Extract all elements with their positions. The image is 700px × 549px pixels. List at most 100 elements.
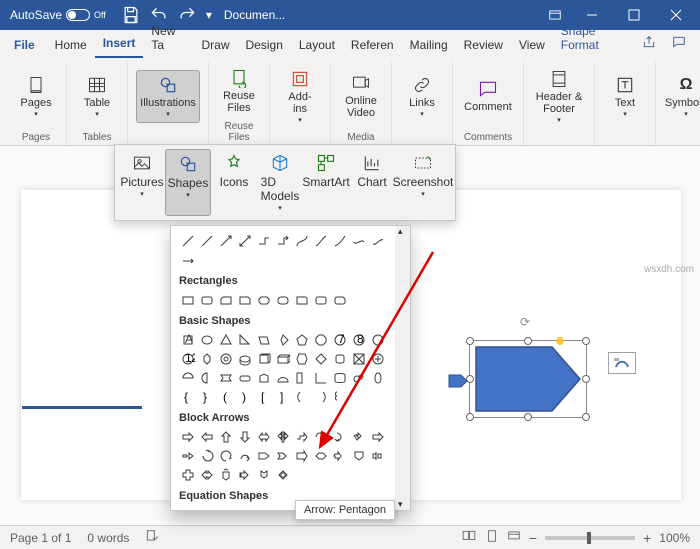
- shape-option[interactable]: [274, 369, 292, 387]
- shape-option[interactable]: [179, 466, 197, 484]
- shape-option[interactable]: [255, 369, 273, 387]
- close-button[interactable]: [656, 1, 696, 29]
- shape-option[interactable]: [350, 428, 368, 446]
- table-button[interactable]: Table▾: [75, 71, 119, 122]
- zoom-level[interactable]: 100%: [659, 531, 690, 545]
- shape-option[interactable]: [217, 291, 235, 309]
- resize-handle[interactable]: [466, 413, 474, 421]
- resize-handle[interactable]: [582, 337, 590, 345]
- shape-option[interactable]: 7: [331, 331, 349, 349]
- shape-option[interactable]: [369, 350, 387, 368]
- shape-option[interactable]: [274, 291, 292, 309]
- shape-option[interactable]: [350, 447, 368, 465]
- shape-option[interactable]: [217, 369, 235, 387]
- save-button[interactable]: [118, 2, 144, 28]
- reuse-files-button[interactable]: Reuse Files: [217, 64, 261, 118]
- shape-option[interactable]: [274, 232, 292, 250]
- shape-option[interactable]: [255, 428, 273, 446]
- view-web-icon[interactable]: [507, 529, 521, 546]
- shape-option[interactable]: [274, 350, 292, 368]
- shape-option[interactable]: [179, 251, 197, 269]
- shape-option[interactable]: [274, 428, 292, 446]
- resize-handle[interactable]: [524, 337, 532, 345]
- shape-option[interactable]: [312, 331, 330, 349]
- tab-layout[interactable]: Layout: [291, 32, 343, 58]
- tab-shape-format[interactable]: Shape Format: [553, 18, 634, 58]
- shape-option[interactable]: [198, 331, 216, 349]
- shape-option[interactable]: 8: [350, 331, 368, 349]
- shape-option[interactable]: [236, 331, 254, 349]
- shape-option[interactable]: [236, 466, 254, 484]
- shape-option[interactable]: [236, 447, 254, 465]
- qat-customize[interactable]: ▾: [202, 2, 216, 28]
- shape-option[interactable]: ): [236, 388, 254, 406]
- layout-options-button[interactable]: [608, 352, 636, 374]
- smartart-button[interactable]: SmartArt: [303, 149, 349, 216]
- shape-option[interactable]: [179, 291, 197, 309]
- shape-option[interactable]: [331, 350, 349, 368]
- shape-option[interactable]: [255, 331, 273, 349]
- comment-button[interactable]: Comment: [461, 75, 515, 117]
- view-print-icon[interactable]: [485, 529, 499, 546]
- shape-option[interactable]: [236, 291, 254, 309]
- shape-option[interactable]: [179, 428, 197, 446]
- share-button[interactable]: [634, 29, 664, 58]
- shape-option[interactable]: [350, 369, 368, 387]
- chart-button[interactable]: Chart: [349, 149, 395, 216]
- shape-option[interactable]: [198, 350, 216, 368]
- shape-option[interactable]: (: [217, 388, 235, 406]
- shape-option[interactable]: [331, 369, 349, 387]
- shape-option[interactable]: [255, 291, 273, 309]
- shape-option[interactable]: [369, 428, 387, 446]
- online-video-button[interactable]: Online Video: [339, 69, 383, 123]
- tab-design[interactable]: Design: [238, 32, 291, 58]
- shapes-button[interactable]: Shapes▾: [165, 149, 211, 216]
- shape-option[interactable]: [293, 232, 311, 250]
- selected-shape[interactable]: ⟳: [474, 345, 582, 413]
- shape-option[interactable]: [369, 331, 387, 349]
- zoom-in[interactable]: +: [643, 530, 651, 546]
- shape-option[interactable]: [293, 331, 311, 349]
- shape-option[interactable]: [369, 447, 387, 465]
- shape-option[interactable]: [293, 369, 311, 387]
- view-read-icon[interactable]: [461, 529, 477, 546]
- shape-option[interactable]: [217, 466, 235, 484]
- shape-option[interactable]: [312, 447, 330, 465]
- shape-option[interactable]: [274, 466, 292, 484]
- shape-option[interactable]: [350, 232, 368, 250]
- shape-option[interactable]: [350, 350, 368, 368]
- shape-option[interactable]: [198, 232, 216, 250]
- shape-option[interactable]: [274, 331, 292, 349]
- shape-option[interactable]: [198, 369, 216, 387]
- shape-option[interactable]: [255, 447, 273, 465]
- pages-button[interactable]: Pages▾: [14, 71, 58, 122]
- shape-option[interactable]: [293, 447, 311, 465]
- shape-option[interactable]: [217, 232, 235, 250]
- resize-handle[interactable]: [466, 337, 474, 345]
- word-count[interactable]: 0 words: [87, 531, 129, 545]
- page-indicator[interactable]: Page 1 of 1: [10, 531, 71, 545]
- tab-mailings[interactable]: Mailing: [402, 32, 456, 58]
- tab-view[interactable]: View: [511, 32, 553, 58]
- links-button[interactable]: Links▾: [400, 71, 444, 122]
- shape-option[interactable]: A: [179, 331, 197, 349]
- tab-home[interactable]: Home: [47, 32, 95, 58]
- blue-underline-shape[interactable]: [22, 406, 142, 409]
- tab-file[interactable]: File: [6, 32, 43, 58]
- zoom-slider[interactable]: [545, 536, 635, 540]
- shape-option[interactable]: [255, 466, 273, 484]
- shape-option[interactable]: [312, 369, 330, 387]
- pictures-button[interactable]: Pictures▾: [119, 149, 165, 216]
- addins-button[interactable]: Add- ins▾: [278, 65, 322, 128]
- shape-option[interactable]: [331, 447, 349, 465]
- illustrations-button[interactable]: Illustrations▾: [136, 70, 200, 123]
- resize-handle[interactable]: [582, 413, 590, 421]
- shape-option[interactable]: [179, 232, 197, 250]
- shape-option[interactable]: [: [255, 388, 273, 406]
- shape-option[interactable]: [179, 369, 197, 387]
- shape-option[interactable]: }: [198, 388, 216, 406]
- shape-option[interactable]: [293, 350, 311, 368]
- shape-option[interactable]: [217, 350, 235, 368]
- autosave-toggle[interactable]: AutoSave Off: [4, 8, 112, 22]
- tab-references[interactable]: Referen: [343, 32, 402, 58]
